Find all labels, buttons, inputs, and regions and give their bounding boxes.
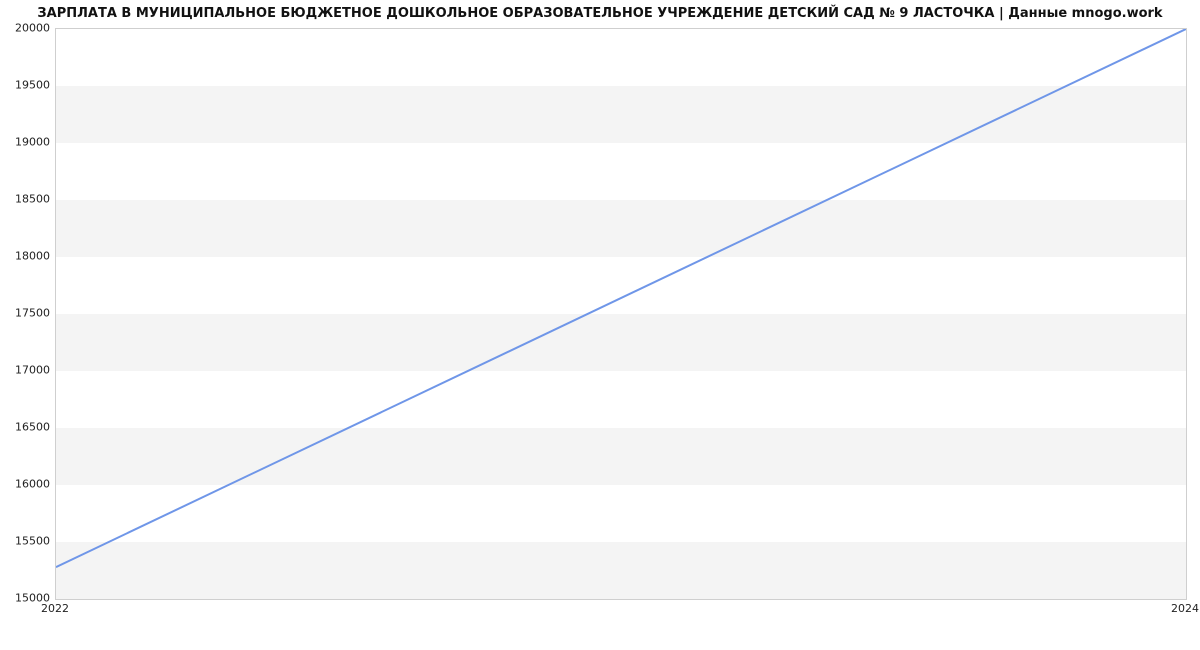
y-tick-label: 15500 (5, 535, 50, 548)
chart-container: ЗАРПЛАТА В МУНИЦИПАЛЬНОЕ БЮДЖЕТНОЕ ДОШКО… (0, 0, 1200, 650)
line-series (56, 29, 1186, 599)
y-tick-label: 19500 (5, 79, 50, 92)
y-tick-label: 17500 (5, 307, 50, 320)
x-tick-label: 2022 (41, 602, 69, 615)
y-tick-label: 18000 (5, 250, 50, 263)
y-tick-label: 19000 (5, 136, 50, 149)
chart-title: ЗАРПЛАТА В МУНИЦИПАЛЬНОЕ БЮДЖЕТНОЕ ДОШКО… (0, 6, 1200, 21)
x-tick-label: 2024 (1171, 602, 1199, 615)
y-tick-label: 17000 (5, 364, 50, 377)
y-tick-label: 20000 (5, 22, 50, 35)
plot-area (55, 28, 1187, 600)
y-tick-label: 18500 (5, 193, 50, 206)
y-tick-label: 16000 (5, 478, 50, 491)
y-tick-label: 16500 (5, 421, 50, 434)
